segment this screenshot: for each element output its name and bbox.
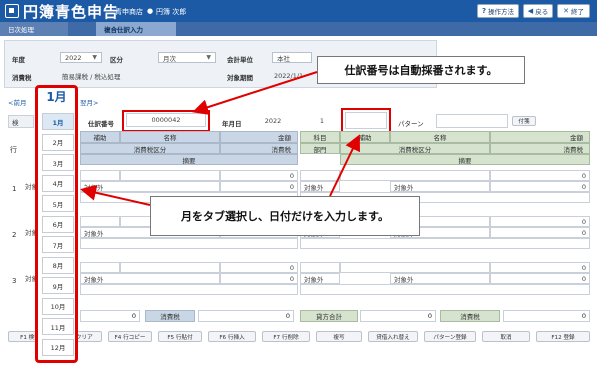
slip-arrow: [192, 71, 318, 115]
day-arrow: [329, 134, 360, 197]
annotation-arrows: [80, 71, 360, 206]
month-arrow: [80, 184, 151, 206]
